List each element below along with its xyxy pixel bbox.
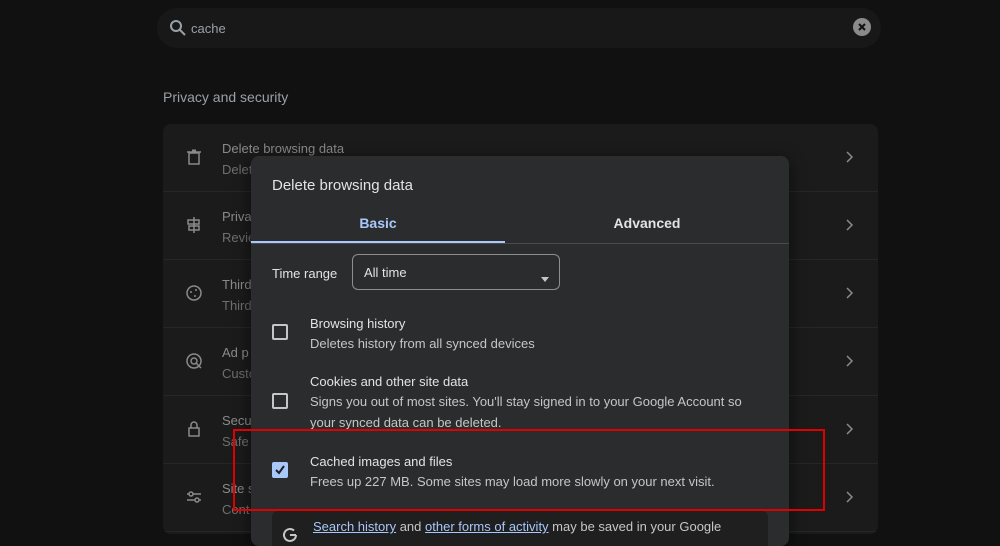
row-title: Site s bbox=[222, 481, 255, 496]
row-title: Third bbox=[222, 277, 252, 292]
time-range-label: Time range bbox=[272, 266, 338, 281]
option-title: Cookies and other site data bbox=[310, 374, 469, 389]
info-connector: and bbox=[396, 519, 426, 534]
chevron-right-icon bbox=[843, 422, 855, 436]
tab-basic[interactable]: Basic bbox=[251, 208, 505, 244]
row-title: Ad p bbox=[222, 345, 249, 360]
checkmark-icon bbox=[275, 465, 285, 475]
option-description: Frees up 227 MB. Some sites may load mor… bbox=[310, 474, 715, 489]
cookie-icon bbox=[185, 284, 203, 302]
chevron-right-icon bbox=[843, 218, 855, 232]
row-title: Delete browsing data bbox=[222, 141, 345, 156]
row-subtitle: Third bbox=[222, 298, 252, 313]
option-description: Signs you out of most sites. You'll stay… bbox=[310, 394, 742, 430]
dialog-title: Delete browsing data bbox=[272, 177, 413, 194]
clear-search-button[interactable] bbox=[853, 18, 871, 36]
other-activity-link[interactable]: other forms of activity bbox=[425, 519, 549, 534]
trash-icon bbox=[185, 148, 203, 166]
google-icon bbox=[282, 527, 298, 543]
delete-browsing-data-dialog: Delete browsing data Basic Advanced Time… bbox=[251, 156, 789, 546]
cookies-checkbox[interactable] bbox=[272, 393, 288, 409]
row-title: Secu bbox=[222, 413, 252, 428]
lock-icon bbox=[185, 420, 203, 438]
privacy-guide-icon bbox=[185, 216, 203, 234]
row-title: Priva bbox=[222, 209, 252, 224]
tab-divider bbox=[251, 243, 789, 244]
search-icon bbox=[169, 19, 187, 37]
chevron-right-icon bbox=[843, 150, 855, 164]
google-activity-info: Search history and other forms of activi… bbox=[272, 511, 768, 546]
search-input[interactable] bbox=[191, 18, 831, 38]
info-tail: may be saved in your Google bbox=[548, 519, 722, 534]
option-title: Browsing history bbox=[310, 316, 406, 331]
sliders-icon bbox=[185, 488, 203, 506]
row-subtitle: Cont bbox=[222, 502, 250, 517]
row-subtitle: Delet bbox=[222, 162, 253, 177]
option-description: Deletes history from all synced devices bbox=[310, 336, 535, 351]
option-title: Cached images and files bbox=[310, 454, 453, 469]
ad-privacy-icon bbox=[185, 352, 203, 370]
tab-advanced[interactable]: Advanced bbox=[505, 208, 789, 244]
chevron-right-icon bbox=[843, 490, 855, 504]
caret-down-icon bbox=[541, 269, 549, 282]
row-subtitle: Safe bbox=[222, 434, 249, 449]
info-text: Search history and other forms of activi… bbox=[313, 519, 721, 534]
time-range-select[interactable]: All time bbox=[352, 254, 560, 290]
time-range-value: All time bbox=[364, 265, 407, 280]
browsing-history-checkbox[interactable] bbox=[272, 324, 288, 340]
search-history-link[interactable]: Search history bbox=[313, 519, 396, 534]
close-icon bbox=[858, 23, 866, 31]
chevron-right-icon bbox=[843, 354, 855, 368]
settings-search-bar[interactable] bbox=[157, 8, 881, 48]
section-title: Privacy and security bbox=[163, 89, 289, 105]
chevron-right-icon bbox=[843, 286, 855, 300]
cached-images-checkbox[interactable] bbox=[272, 462, 288, 478]
